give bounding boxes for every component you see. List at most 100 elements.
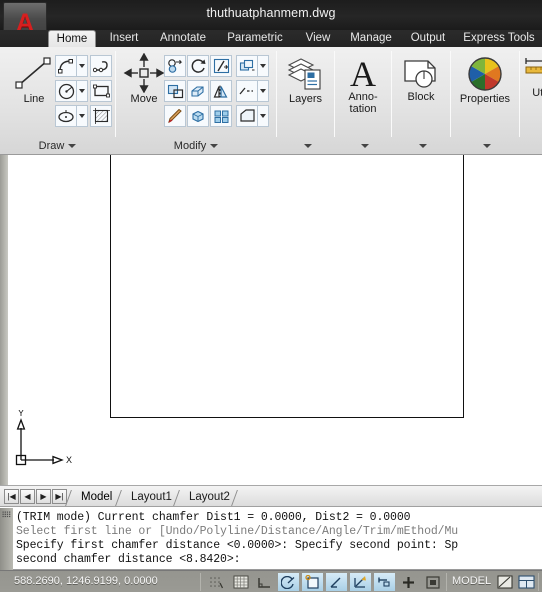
osnap-tracking-toggle[interactable] xyxy=(326,573,347,591)
prev-layout-icon: ◀ xyxy=(24,492,31,501)
prev-layout-button[interactable]: ◀ xyxy=(20,489,35,504)
last-layout-icon: ▶| xyxy=(55,492,64,501)
panel-title-draw-label: Draw xyxy=(38,140,65,152)
panel-title-draw[interactable]: Draw xyxy=(0,140,115,152)
first-layout-button[interactable]: |◀ xyxy=(4,489,19,504)
chamfer-button[interactable] xyxy=(236,105,258,127)
snap-mode-icon xyxy=(210,576,224,588)
command-history-line-1: (TRIM mode) Current chamfer Dist1 = 0.00… xyxy=(16,511,411,524)
utilities-button[interactable]: Uti xyxy=(522,57,542,99)
tab-annotate[interactable]: Annotate xyxy=(150,30,216,47)
break-button[interactable] xyxy=(236,80,258,102)
layout-tab-model[interactable]: Model xyxy=(74,489,119,506)
measure-icon xyxy=(525,58,542,74)
rotate-button[interactable] xyxy=(187,55,209,77)
dynamic-ucs-toggle[interactable] xyxy=(350,573,371,591)
rectangular-array-button[interactable] xyxy=(210,105,232,127)
drawing-canvas[interactable]: Y X Specify second chamfer distance <8.8… xyxy=(0,155,542,485)
ellipse-button[interactable] xyxy=(55,105,77,127)
panel-properties: Properties xyxy=(451,47,519,155)
window-title: thuthuatphanmem.dwg xyxy=(206,6,336,20)
explode-icon xyxy=(191,110,204,122)
tab-parametric[interactable]: Parametric xyxy=(216,30,294,47)
line-button[interactable]: Line xyxy=(6,53,62,105)
chevron-down-icon xyxy=(79,89,85,93)
polar-tracking-icon xyxy=(281,575,295,589)
chevron-down-icon xyxy=(260,64,266,68)
array-flyout-button[interactable] xyxy=(258,55,269,77)
snap-mode-toggle[interactable] xyxy=(206,573,227,591)
ortho-mode-toggle[interactable] xyxy=(254,573,275,591)
annotation-button[interactable]: A Anno- tation xyxy=(337,55,389,115)
tab-manage[interactable]: Manage xyxy=(342,30,400,47)
tab-view[interactable]: View xyxy=(296,30,340,47)
properties-button-label: Properties xyxy=(459,93,511,105)
object-snap-toggle[interactable] xyxy=(302,573,323,591)
dynamic-input-toggle[interactable] xyxy=(374,573,395,591)
trim-button[interactable] xyxy=(210,55,232,77)
hatch-button[interactable] xyxy=(90,105,112,127)
arc-flyout-button[interactable] xyxy=(77,55,88,77)
chamfer-flyout-button[interactable] xyxy=(258,105,269,127)
status-divider xyxy=(446,573,447,591)
polar-tracking-toggle[interactable] xyxy=(278,573,299,591)
layout-tab-layout1[interactable]: Layout1 xyxy=(124,489,179,506)
quick-properties-toggle[interactable] xyxy=(422,573,443,591)
ortho-mode-icon xyxy=(258,577,270,588)
tab-home[interactable]: Home xyxy=(48,30,96,47)
polyline-button[interactable] xyxy=(90,55,112,77)
panel-block: Block xyxy=(392,47,450,155)
panel-title-modify[interactable]: Modify xyxy=(116,140,276,152)
arc-button[interactable] xyxy=(55,55,77,77)
tab-output[interactable]: Output xyxy=(402,30,454,47)
next-layout-button[interactable]: ▶ xyxy=(36,489,51,504)
last-layout-button[interactable]: ▶| xyxy=(52,489,67,504)
viewport-config-button[interactable] xyxy=(516,573,537,591)
panel-expand-properties[interactable] xyxy=(451,140,519,152)
scale-icon xyxy=(167,84,183,98)
circle-flyout-button[interactable] xyxy=(77,80,88,102)
mirror-button[interactable] xyxy=(210,80,232,102)
break-flyout-button[interactable] xyxy=(258,80,269,102)
tab-insert[interactable]: Insert xyxy=(100,30,148,47)
chevron-down-icon xyxy=(361,144,369,149)
model-space-icon xyxy=(496,575,513,589)
circle-button[interactable] xyxy=(55,80,77,102)
chevron-down-icon xyxy=(303,144,312,149)
scale-button[interactable] xyxy=(164,80,186,102)
tab-express-tools[interactable]: Express Tools xyxy=(456,30,542,47)
status-bar: 588.2690, 1246.9199, 0.0000 MODEL xyxy=(0,570,542,592)
explode-button[interactable] xyxy=(187,105,209,127)
layout-tab-bar: |◀ ◀ ▶ ▶| Model Layout1 Layout2 ThuThuat… xyxy=(0,485,542,507)
copy-button[interactable] xyxy=(164,55,186,77)
command-line-grip[interactable] xyxy=(0,508,13,570)
drawn-rectangle-entity[interactable] xyxy=(110,155,464,418)
lineweight-toggle[interactable] xyxy=(398,573,419,591)
panel-expand-annotation[interactable] xyxy=(335,140,391,152)
grid-display-toggle[interactable] xyxy=(230,573,251,591)
block-button[interactable]: Block xyxy=(395,57,447,103)
model-space-button[interactable] xyxy=(494,573,515,591)
layout-tab-layout2[interactable]: Layout2 xyxy=(182,489,237,506)
quick-properties-icon xyxy=(425,575,440,589)
status-divider xyxy=(538,573,539,591)
coordinate-readout[interactable]: 588.2690, 1246.9199, 0.0000 xyxy=(14,575,158,587)
status-divider xyxy=(200,573,201,591)
properties-button[interactable]: Properties xyxy=(453,55,517,105)
panel-utilities: Uti xyxy=(520,47,542,155)
model-space-label[interactable]: MODEL xyxy=(452,575,491,587)
ellipse-flyout-button[interactable] xyxy=(77,105,88,127)
panel-expand-block[interactable] xyxy=(392,140,450,152)
layers-button[interactable]: Layers xyxy=(279,55,332,105)
chevron-down-icon xyxy=(260,89,266,93)
stretch-button[interactable] xyxy=(187,80,209,102)
panel-expand-layers[interactable] xyxy=(277,140,334,152)
array-button[interactable] xyxy=(236,55,258,77)
grid-display-icon xyxy=(233,575,248,589)
erase-button[interactable] xyxy=(164,105,186,127)
rectangle-button[interactable] xyxy=(90,80,112,102)
command-line-window[interactable]: (TRIM mode) Current chamfer Dist1 = 0.00… xyxy=(0,508,542,570)
polyline-icon xyxy=(92,60,108,72)
move-button[interactable]: Move xyxy=(120,53,168,105)
circle-icon xyxy=(58,83,74,99)
